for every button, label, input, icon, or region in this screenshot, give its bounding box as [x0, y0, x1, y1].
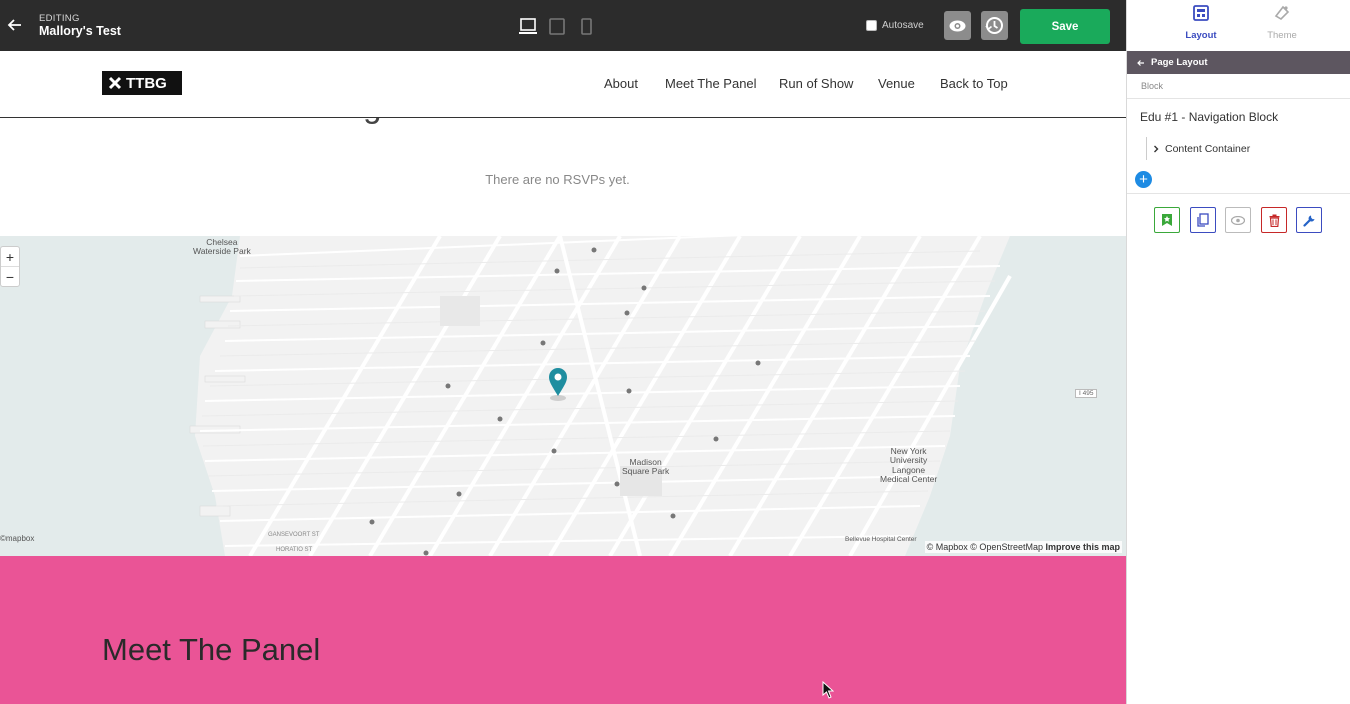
meet-the-panel-section: Meet The Panel	[0, 556, 1126, 704]
divider	[1127, 98, 1350, 99]
venue-pin-icon[interactable]	[549, 368, 567, 401]
venue-map[interactable]: + − Chelsea Waterside Park Madison Squar…	[0, 236, 1126, 556]
nav-link-back-to-top[interactable]: Back to Top	[940, 76, 1008, 91]
tab-theme[interactable]: Theme	[1242, 5, 1322, 41]
block-section-label: Block	[1141, 81, 1164, 91]
block-settings-button[interactable]	[1296, 207, 1322, 233]
toggle-visibility-button[interactable]	[1225, 207, 1251, 233]
site-preview: See Who's Coming TTBG About Meet The Pan…	[0, 51, 1126, 704]
back-arrow-icon[interactable]	[6, 16, 24, 34]
editing-label: EDITING	[39, 13, 80, 24]
save-button[interactable]: Save	[1020, 9, 1110, 44]
wrench-icon	[1302, 215, 1314, 227]
map-zoom-control: + −	[0, 246, 20, 287]
trash-icon	[1269, 214, 1279, 227]
layout-icon	[1193, 5, 1209, 21]
map-attribution-text: © Mapbox © OpenStreetMap	[926, 542, 1046, 552]
selected-block-name[interactable]: Edu #1 - Navigation Block	[1140, 110, 1278, 124]
map-label-gansevoort: GANSEVOORT ST	[268, 532, 320, 538]
map-label-nyu-langone: New York University Langone Medical Cent…	[880, 446, 938, 485]
chevron-right-icon[interactable]	[1153, 145, 1159, 153]
tree-guide-line	[1146, 137, 1147, 160]
map-label-madison-square: Madison Square Park	[622, 457, 670, 477]
eye-icon	[1231, 215, 1245, 225]
logo-text: TTBG	[126, 74, 167, 92]
mapbox-logo[interactable]: ©mapbox	[0, 534, 34, 543]
bookmark-block-button[interactable]	[1154, 207, 1180, 233]
duplicate-block-button[interactable]	[1190, 207, 1216, 233]
desktop-view-icon[interactable]	[519, 18, 537, 35]
rsvp-empty-message: There are no RSVPs yet.	[485, 172, 630, 187]
page-layout-back[interactable]: Page Layout	[1127, 51, 1350, 74]
map-label-horatio: HORATIO ST	[276, 547, 313, 553]
tree-item-label: Content Container	[1165, 143, 1251, 155]
site-navigation: TTBG About Meet The Panel Run of Show Ve…	[0, 51, 1126, 118]
autosave-label: Autosave	[882, 20, 924, 31]
zoom-out-button[interactable]: −	[1, 267, 19, 287]
autosave-toggle[interactable]: Autosave	[866, 20, 924, 31]
nav-link-venue[interactable]: Venue	[878, 76, 915, 91]
delete-block-button[interactable]	[1261, 207, 1287, 233]
map-label-i495: I 495	[1075, 389, 1098, 398]
editor-topbar: EDITING Mallory's Test Autosave Save	[0, 0, 1126, 51]
tools-logo-icon	[108, 76, 122, 90]
bookmark-icon	[1162, 214, 1172, 226]
map-label-chelsea: Chelsea Waterside Park	[193, 237, 251, 257]
nav-link-run-of-show[interactable]: Run of Show	[779, 76, 853, 91]
editor-sidebar: Layout Theme Page Layout Block Edu #1 - …	[1126, 0, 1350, 704]
improve-map-link[interactable]: Improve this map	[1045, 542, 1120, 552]
nav-link-about[interactable]: About	[604, 76, 638, 91]
theme-icon	[1274, 5, 1290, 21]
zoom-in-button[interactable]: +	[1, 247, 19, 267]
copy-icon	[1197, 213, 1209, 227]
history-button[interactable]	[981, 11, 1008, 40]
history-icon	[985, 17, 1003, 34]
mouse-cursor-icon	[822, 681, 834, 699]
map-tiles	[0, 236, 1126, 556]
tab-theme-label: Theme	[1267, 30, 1297, 41]
back-arrow-small-icon	[1137, 59, 1144, 66]
tab-layout-label: Layout	[1185, 30, 1217, 41]
map-attribution: © Mapbox © OpenStreetMap Improve this ma…	[924, 541, 1122, 553]
site-logo[interactable]: TTBG	[102, 71, 182, 95]
tab-layout[interactable]: Layout	[1161, 5, 1241, 41]
panel-heading: Meet The Panel	[102, 632, 321, 667]
preview-button[interactable]	[944, 11, 971, 40]
page-layout-label: Page Layout	[1151, 57, 1208, 68]
eye-icon	[949, 20, 966, 31]
autosave-checkbox[interactable]	[866, 20, 877, 31]
tablet-view-icon[interactable]	[549, 18, 565, 35]
mobile-view-icon[interactable]	[581, 18, 592, 35]
map-label-bellevue: Bellevue Hospital Center	[845, 536, 917, 543]
divider	[1127, 193, 1350, 194]
tree-item-content-container[interactable]: Content Container	[1153, 143, 1250, 155]
page-title: Mallory's Test	[39, 24, 121, 38]
nav-link-meet-the-panel[interactable]: Meet The Panel	[665, 76, 757, 91]
add-block-button[interactable]: +	[1135, 171, 1152, 188]
